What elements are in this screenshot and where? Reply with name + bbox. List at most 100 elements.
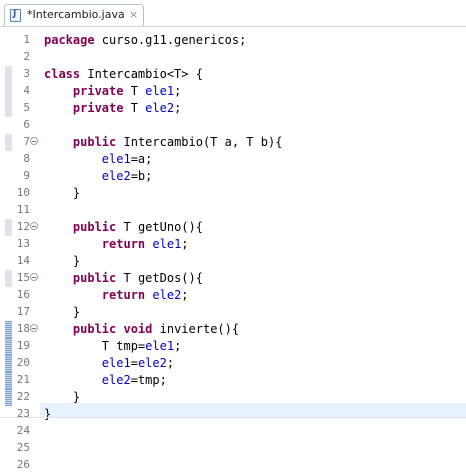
field-token: ele1 [145,339,175,353]
code-line[interactable]: 9 ele2=b; [0,168,466,185]
code-text: } [44,304,80,321]
code-line[interactable]: 1 package curso.g11.genericos; [0,32,466,49]
code-line[interactable]: 19 T tmp=ele1; [0,338,466,355]
code-line[interactable]: 17 } [0,304,466,321]
code-line[interactable]: 26 [0,457,466,474]
line-number: 4 [23,84,30,97]
fold-collapse-icon[interactable] [30,324,38,332]
code-text: ele1=a; [44,151,153,168]
line-number: 10 [16,186,30,199]
code-token: } [44,186,81,200]
code-line[interactable]: 12 public T getUno(){ [0,219,466,236]
code-token: =tmp; [130,373,167,387]
code-token: } [44,254,81,268]
fold-collapse-icon[interactable] [30,273,38,281]
code-line[interactable]: 21 ele2=tmp; [0,372,466,389]
java-file-icon: J [10,9,21,22]
code-text: } [44,389,80,406]
keyword-token: void [123,322,153,336]
code-text: package curso.g11.genericos; [44,32,246,49]
tab-intercambio-java[interactable]: J *Intercambio.java × [4,4,144,26]
line-number: 11 [16,203,30,216]
code-token: invierte(){ [152,322,240,336]
code-line[interactable]: 14 } [0,253,466,270]
fold-collapse-icon[interactable] [30,137,38,145]
code-line[interactable]: 5 private T ele2; [0,100,466,117]
code-line[interactable]: 22 } [0,389,466,406]
tab-title: *Intercambio.java [27,8,125,21]
keyword-token: private [72,84,124,98]
code-line[interactable]: 15 public T getDos(){ [0,270,466,287]
line-number: 21 [16,373,30,386]
code-token: } [44,390,81,404]
code-token: T getDos(){ [116,271,203,285]
line-number: 20 [16,356,30,369]
code-line[interactable]: 10 } [0,185,466,202]
code-token: Intercambio<T> { [80,67,203,81]
fold-collapse-icon[interactable] [30,222,38,230]
code-token: ; [181,288,189,302]
field-token: ele2 [101,373,131,387]
line-number: 6 [23,118,30,131]
keyword-token: private [72,101,124,115]
code-token: } [44,305,81,319]
line-number: 16 [16,288,30,301]
line-number: 14 [16,254,30,267]
code-line[interactable]: 25 [0,440,466,457]
code-token: T [123,101,146,115]
code-text: } [44,253,80,270]
code-text: private T ele2; [44,100,181,117]
keyword-token: public [72,271,117,285]
code-line[interactable]: 6 [0,117,466,134]
code-line[interactable]: 24 [0,423,466,440]
code-token: Intercambio(T a, T b){ [116,135,283,149]
code-text: return ele1; [44,236,189,253]
line-number: 18 [16,322,30,335]
code-text: private T ele1; [44,83,181,100]
line-number: 17 [16,305,30,318]
line-number: 25 [16,441,30,454]
code-text: } [44,185,80,202]
line-number: 8 [23,152,30,165]
line-number: 3 [23,67,30,80]
line-number: 12 [16,220,30,233]
code-line[interactable]: 3 class Intercambio<T> { [0,66,466,83]
code-line[interactable]: 16 return ele2; [0,287,466,304]
line-number: 26 [16,458,30,471]
code-editor[interactable]: 1 package curso.g11.genericos; 2 3 class Int… [0,27,466,471]
code-token: = [130,356,138,370]
code-text: public Intercambio(T a, T b){ [44,134,283,151]
field-token: ele1 [152,237,182,251]
code-line[interactable]: 2 [0,49,466,66]
line-number: 1 [23,33,30,46]
code-token: T tmp= [44,339,146,353]
code-text: ele2=tmp; [44,372,167,389]
code-text: ele2=b; [44,168,153,185]
keyword-token: class [44,67,81,81]
editor-bottom-border [0,417,466,418]
code-token: T [123,84,146,98]
keyword-token: public [72,220,117,234]
code-line[interactable]: 7 public Intercambio(T a, T b){ [0,134,466,151]
keyword-token: return [101,288,146,302]
line-number: 9 [23,169,30,182]
code-token: ; [174,84,182,98]
code-line[interactable]: 4 private T ele1; [0,83,466,100]
close-icon[interactable]: × [129,8,138,21]
code-line[interactable]: 20 ele1=ele2; [0,355,466,372]
code-line[interactable]: 13 return ele1; [0,236,466,253]
line-number: 24 [16,424,30,437]
field-token: ele2 [152,288,182,302]
code-line[interactable]: 18 public void invierte(){ [0,321,466,338]
keyword-token: return [101,237,146,251]
code-line[interactable]: 8 ele1=a; [0,151,466,168]
code-line[interactable]: 11 [0,202,466,219]
editor-tab-bar: J *Intercambio.java × [0,0,466,27]
